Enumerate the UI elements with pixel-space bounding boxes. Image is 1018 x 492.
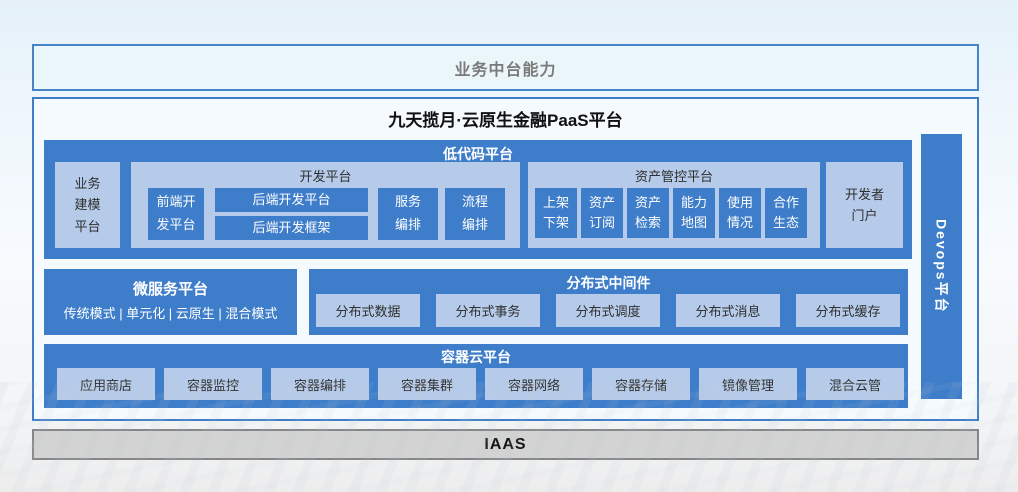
container-cloud-item-box: 镜像管理 — [699, 368, 797, 400]
distributed-middleware-title: 分布式中间件 — [309, 273, 908, 293]
asset-item-box: 使用 情况 — [719, 188, 761, 238]
asset-control-group: 资产管控平台 上架 下架 资产 订阅 资产 检索 能力 地图 使用 情况 合作 … — [528, 162, 820, 248]
microservice-platform-title: 微服务平台 — [44, 278, 297, 299]
container-cloud-item-box: 应用商店 — [57, 368, 155, 400]
dev-platform-group: 开发平台 前端开 发平台 后端开发平台 后端开发框架 服务 编排 流程 编排 — [131, 162, 520, 248]
business-modeling-box: 业务 建模 平台 — [55, 162, 120, 248]
container-cloud-item-box: 容器存储 — [592, 368, 690, 400]
backend-dev-platform-box: 后端开发平台 — [215, 188, 368, 212]
architecture-diagram: 业务中台能力 九天揽月·云原生金融PaaS平台 低代码平台 业务 建模 平台 开… — [0, 0, 1018, 492]
middleware-item-box: 分布式数据 — [316, 294, 420, 327]
platform-title: 九天揽月·云原生金融PaaS平台 — [34, 106, 977, 131]
business-capability-banner: 业务中台能力 — [32, 44, 979, 91]
container-cloud-item-box: 容器网络 — [485, 368, 583, 400]
asset-item-box: 能力 地图 — [673, 188, 715, 238]
frontend-dev-box: 前端开 发平台 — [148, 188, 204, 240]
paas-platform-panel: 九天揽月·云原生金融PaaS平台 低代码平台 业务 建模 平台 开发平台 前端开… — [32, 97, 979, 421]
developer-portal-box: 开发者 门户 — [826, 162, 903, 248]
asset-item-box: 资产 检索 — [627, 188, 669, 238]
microservice-modes-label: 传统模式 | 单元化 | 云原生 | 混合模式 — [44, 303, 297, 322]
asset-item-box: 合作 生态 — [765, 188, 807, 238]
container-cloud-item-box: 容器集群 — [378, 368, 476, 400]
lowcode-platform-title: 低代码平台 — [44, 144, 912, 164]
process-orchestration-box: 流程 编排 — [445, 188, 505, 240]
asset-item-box: 资产 订阅 — [581, 188, 623, 238]
middleware-item-box: 分布式调度 — [556, 294, 660, 327]
middleware-item-box: 分布式缓存 — [796, 294, 900, 327]
middleware-item-box: 分布式消息 — [676, 294, 780, 327]
container-cloud-item-box: 容器编排 — [271, 368, 369, 400]
container-cloud-section: 容器云平台 应用商店 容器监控 容器编排 容器集群 容器网络 容器存储 镜像管理… — [44, 344, 908, 408]
microservice-platform-section: 微服务平台 传统模式 | 单元化 | 云原生 | 混合模式 — [44, 269, 297, 335]
middleware-item-box: 分布式事务 — [436, 294, 540, 327]
dev-platform-title: 开发平台 — [131, 166, 520, 185]
lowcode-platform-section: 低代码平台 业务 建模 平台 开发平台 前端开 发平台 后端开发平台 后端开发框… — [44, 140, 912, 259]
asset-control-title: 资产管控平台 — [528, 166, 820, 185]
devops-platform-label: Devops平台 — [932, 219, 952, 314]
devops-platform-bar: Devops平台 — [921, 134, 962, 399]
container-cloud-item-box: 容器监控 — [164, 368, 262, 400]
iaas-bar: IAAS — [32, 429, 979, 460]
asset-item-box: 上架 下架 — [535, 188, 577, 238]
iaas-label: IAAS — [484, 436, 526, 454]
business-capability-label: 业务中台能力 — [454, 56, 556, 80]
backend-dev-framework-box: 后端开发框架 — [215, 216, 368, 240]
container-cloud-title: 容器云平台 — [44, 347, 908, 367]
distributed-middleware-section: 分布式中间件 分布式数据 分布式事务 分布式调度 分布式消息 分布式缓存 — [309, 269, 908, 335]
container-cloud-item-box: 混合云管 — [806, 368, 904, 400]
service-orchestration-box: 服务 编排 — [378, 188, 438, 240]
